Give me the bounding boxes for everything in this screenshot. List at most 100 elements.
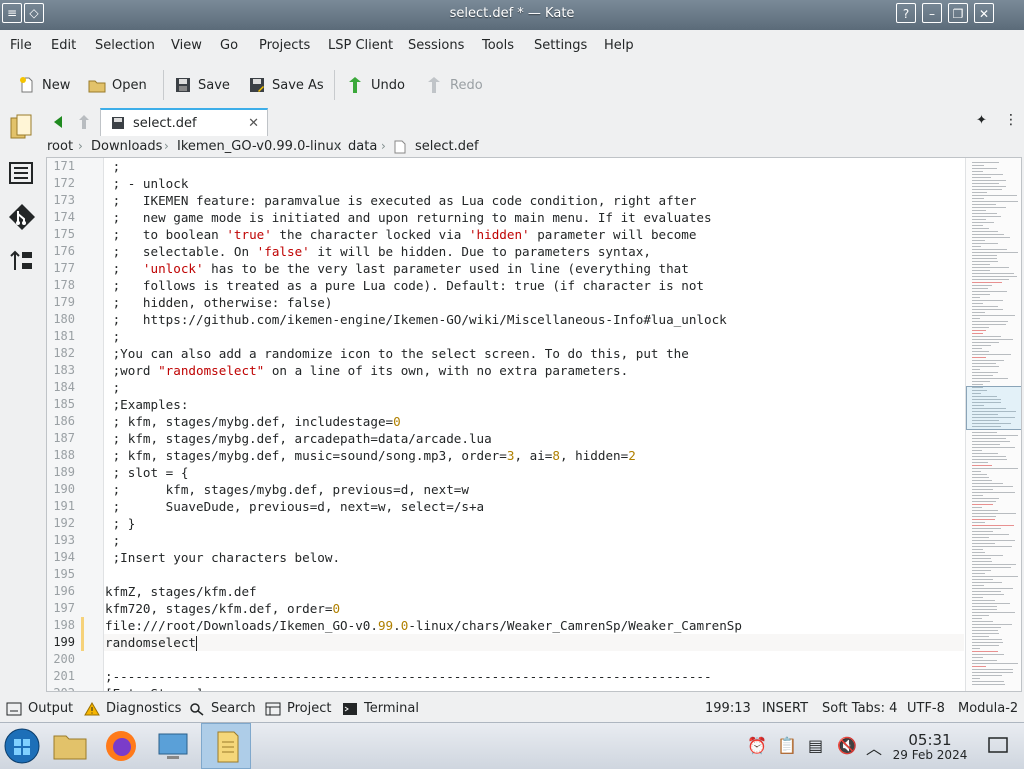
line-number[interactable]: 178 [47, 278, 75, 292]
line-number[interactable]: 202 [47, 686, 75, 691]
line-number[interactable]: 192 [47, 516, 75, 530]
input-mode[interactable]: INSERT [762, 701, 808, 716]
line-number[interactable]: 197 [47, 601, 75, 615]
notifications-icon[interactable]: ⏰ [747, 736, 767, 755]
line-number[interactable]: 187 [47, 431, 75, 445]
line-number[interactable]: 195 [47, 567, 75, 581]
line-number[interactable]: 201 [47, 669, 75, 683]
lsp-icon[interactable] [7, 246, 37, 276]
menu-edit[interactable]: Edit [51, 38, 76, 53]
code-line[interactable]: ;You can also add a randomize icon to th… [105, 345, 965, 362]
firefox-icon[interactable] [101, 726, 141, 766]
menu-view[interactable]: View [171, 38, 202, 53]
code-line[interactable]: ; to boolean 'true' the character locked… [105, 226, 965, 243]
code-line[interactable]: ; kfm, stages/mybg.def, includestage=0 [105, 413, 965, 430]
save-button[interactable]: Save [174, 74, 230, 96]
minimize-icon[interactable]: – [922, 3, 942, 23]
symbols-list-icon[interactable] [7, 158, 37, 188]
line-number[interactable]: 173 [47, 193, 75, 207]
code-line[interactable]: ; } [105, 515, 965, 532]
system-settings-icon[interactable] [153, 726, 193, 766]
line-number[interactable]: 186 [47, 414, 75, 428]
line-number[interactable]: 190 [47, 482, 75, 496]
code-line[interactable]: kfmZ, stages/kfm.def [105, 583, 965, 600]
kate-task-active[interactable] [201, 723, 251, 769]
code-line[interactable]: ; selectable. On 'false' it will be hidd… [105, 243, 965, 260]
menu-selection[interactable]: Selection [95, 38, 155, 53]
more-options-icon[interactable]: ⋮ [1004, 112, 1018, 128]
menu-help[interactable]: Help [604, 38, 634, 53]
line-number[interactable]: 176 [47, 244, 75, 258]
volume-muted-icon[interactable]: 🔇 [837, 736, 857, 755]
help-icon[interactable]: ? [896, 3, 916, 23]
git-icon[interactable] [7, 202, 37, 232]
breadcrumb-root[interactable]: root [47, 139, 73, 154]
code-line[interactable]: ; [105, 158, 965, 175]
code-line[interactable]: ; kfm, stages/mybg.def, arcadepath=data/… [105, 430, 965, 447]
menu-go[interactable]: Go [220, 38, 238, 53]
cursor-position[interactable]: 199:13 [705, 701, 751, 716]
code-line[interactable]: ; kfm, stages/mybg.def, music=sound/song… [105, 447, 965, 464]
menu-tools[interactable]: Tools [482, 38, 514, 53]
search-button[interactable]: Search [189, 701, 256, 716]
line-number[interactable]: 196 [47, 584, 75, 598]
clock[interactable]: 05:31 29 Feb 2024 [880, 732, 980, 762]
project-button[interactable]: Project [265, 701, 331, 716]
start-menu-icon[interactable] [2, 726, 42, 766]
line-number[interactable]: 182 [47, 346, 75, 360]
code-line[interactable]: ;Examples: [105, 396, 965, 413]
code-line[interactable]: randomselect [105, 634, 965, 651]
new-button[interactable]: New [18, 74, 70, 96]
code-line[interactable]: ; new game mode is initiated and upon re… [105, 209, 965, 226]
syntax-mode[interactable]: Modula-2 [958, 701, 1018, 716]
terminal-button[interactable]: Terminal [342, 701, 419, 716]
output-button[interactable]: Output [6, 701, 73, 716]
line-number[interactable]: 193 [47, 533, 75, 547]
save-as-button[interactable]: Save As [248, 74, 324, 96]
line-number[interactable]: 198 [47, 618, 75, 632]
line-number[interactable]: 200 [47, 652, 75, 666]
breadcrumb-data[interactable]: data [348, 139, 377, 154]
clipboard-icon[interactable]: 📋 [777, 736, 797, 755]
code-line[interactable]: file:///root/Downloads/Ikemen_GO-v0.99.0… [105, 617, 965, 634]
code-line[interactable]: ; [105, 379, 965, 396]
breadcrumb-file[interactable]: select.def [415, 139, 479, 154]
redo-button[interactable]: Redo [426, 74, 483, 96]
line-number[interactable]: 177 [47, 261, 75, 275]
close-icon[interactable]: ✕ [974, 3, 994, 23]
line-number[interactable]: 194 [47, 550, 75, 564]
code-line[interactable]: [ExtraStages] [105, 685, 965, 691]
window-titlebar[interactable]: ≡ ◇ select.def * — Kate ? – ❐ ✕ [0, 0, 1024, 30]
line-number[interactable]: 174 [47, 210, 75, 224]
undo-button[interactable]: Undo [347, 74, 405, 96]
back-arrow-icon[interactable] [52, 115, 64, 129]
line-number-gutter[interactable]: 171 172 173 174 175 176 177 178 179 180 181 182 183 1… [47, 158, 104, 691]
line-number[interactable]: 189 [47, 465, 75, 479]
line-number[interactable]: 180 [47, 312, 75, 326]
code-line[interactable]: ; [105, 328, 965, 345]
code-editor[interactable]: 171 172 173 174 175 176 177 178 179 180 181 182 183 1… [46, 157, 1022, 692]
code-line[interactable] [105, 566, 965, 583]
line-number[interactable]: 179 [47, 295, 75, 309]
indentation-setting[interactable]: Soft Tabs: 4 [822, 701, 897, 716]
code-line[interactable]: ; https://github.com/ikemen-engine/Ikeme… [105, 311, 965, 328]
line-number[interactable]: 184 [47, 380, 75, 394]
diagnostics-button[interactable]: Diagnostics [84, 701, 181, 716]
code-line[interactable]: ; hidden, otherwise: false) [105, 294, 965, 311]
code-line[interactable]: ;word "randomselect" on a line of its ow… [105, 362, 965, 379]
menu-projects[interactable]: Projects [259, 38, 310, 53]
code-line[interactable]: kfm720, stages/kfm.def, order=0 [105, 600, 965, 617]
code-line[interactable]: ; slot = { [105, 464, 965, 481]
minimap-viewport[interactable] [966, 386, 1021, 430]
maximize-icon[interactable]: ❐ [948, 3, 968, 23]
line-number[interactable]: 185 [47, 397, 75, 411]
line-number[interactable]: 172 [47, 176, 75, 190]
line-number[interactable]: 181 [47, 329, 75, 343]
show-desktop-icon[interactable] [988, 737, 1008, 753]
code-line[interactable]: ;---------------------------------------… [105, 668, 965, 685]
code-line[interactable]: ; follows is treated as a pure Lua code)… [105, 277, 965, 294]
menu-sessions[interactable]: Sessions [408, 38, 464, 53]
tab-select-def[interactable]: select.def ✕ [100, 108, 268, 136]
code-line[interactable]: ; - unlock [105, 175, 965, 192]
line-number[interactable]: 188 [47, 448, 75, 462]
